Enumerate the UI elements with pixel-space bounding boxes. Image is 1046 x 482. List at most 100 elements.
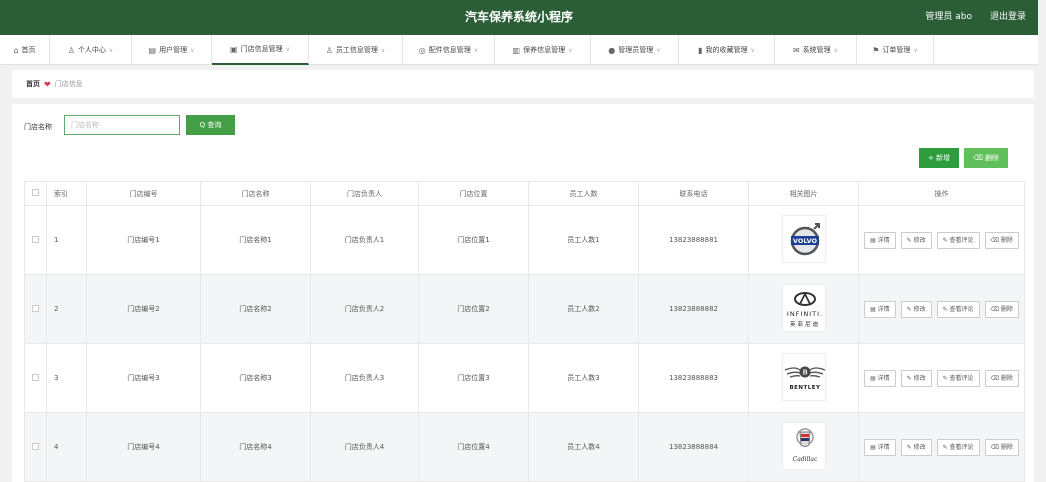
select-all-checkbox[interactable] <box>24 181 47 206</box>
nav-item-5[interactable]: ◎ 配件信息管理 ∨ <box>403 35 495 65</box>
breadcrumb-home[interactable]: 首页 <box>26 79 40 89</box>
table-row: 2 门店编号2 门店名称2 门店负责人2 门店位置2 员工人数2 1382388… <box>24 274 1025 344</box>
breadcrumb: 首页 ❤ 门店信息 <box>12 70 1034 98</box>
store-name-input[interactable]: 门店名称 <box>64 115 180 135</box>
nav-item-6[interactable]: ▥ 保养信息管理 ∨ <box>495 35 591 65</box>
row-delete-button[interactable]: ⌫ 删除 <box>984 369 1019 387</box>
logout-button[interactable]: 退出登录 <box>990 0 1026 35</box>
row-delete-button[interactable]: ⌫ 删除 <box>984 438 1019 456</box>
delete-button[interactable]: ⌫ 删除 <box>964 148 1008 168</box>
nav-item-label: 个人中心 <box>77 46 106 54</box>
cell-actions: ▤ 详情 ✎ 修改 ✎ 查看评论 ⌫ 删除 <box>858 274 1025 344</box>
nav-item-label: 管理员管理 <box>618 46 654 54</box>
store-table: 索引 门店编号 门店名称 门店负责人 门店位置 员工人数 联系电话 相关图片 操… <box>24 181 1025 482</box>
cell-index: 3 <box>46 343 87 413</box>
cell-index: 1 <box>46 205 87 275</box>
current-user: 管理员 abo <box>925 12 972 22</box>
chevron-down-icon: ∨ <box>833 46 839 54</box>
nav-item-2[interactable]: ▤ 用户管理 ∨ <box>132 35 212 65</box>
nav-item-label: 订单管理 <box>882 46 911 54</box>
chevron-down-icon: ∨ <box>190 46 195 54</box>
table-header-row: 索引 门店编号 门店名称 门店负责人 门店位置 员工人数 联系电话 相关图片 操… <box>24 181 1025 206</box>
detail-button[interactable]: ▤ 详情 <box>864 369 896 387</box>
nav-item-3[interactable]: ▣ 门店信息管理 ∨ <box>212 35 309 65</box>
nav-item-4[interactable]: ♙ 员工信息管理 ∨ <box>309 35 403 65</box>
table-row: 4 门店编号4 门店名称4 门店负责人4 门店位置4 员工人数4 1382388… <box>24 412 1025 482</box>
view-reviews-button[interactable]: ✎ 查看评论 <box>936 438 980 456</box>
edit-button[interactable]: ✎ 修改 <box>900 369 932 387</box>
infiniti-logo-text: INFINITI. <box>786 310 822 318</box>
cadillac-logo-image[interactable]: Cadillac <box>781 421 826 470</box>
nav-item-label: 保养信息管理 <box>523 46 566 54</box>
chevron-down-icon: ∨ <box>108 46 114 54</box>
detail-button[interactable]: ▤ 详情 <box>864 438 896 456</box>
content-panel: 门店名称 门店名称 Q 查询 + 新增 ⌫ 删除 索引 门店编号 门店名称 门店… <box>12 104 1034 482</box>
cell-store-location: 门店位置3 <box>418 343 529 413</box>
nav-item-label: 门店信息管理 <box>240 45 283 53</box>
row-delete-button[interactable]: ⌫ 删除 <box>984 300 1019 318</box>
row-checkbox[interactable] <box>24 205 47 275</box>
infiniti-logo-cn-text: 英菲尼迪 <box>789 320 819 328</box>
nav-item-label: 系统管理 <box>802 46 831 54</box>
cell-store-code: 门店编号4 <box>86 412 201 482</box>
col-index: 索引 <box>46 181 87 206</box>
nav-item-8[interactable]: ▮ 我的收藏管理 ∨ <box>679 35 775 65</box>
row-checkbox[interactable] <box>24 412 47 482</box>
add-button[interactable]: + 新增 <box>919 148 959 168</box>
cell-store-code: 门店编号3 <box>86 343 201 413</box>
chevron-down-icon: ∨ <box>656 46 661 54</box>
nav-item-label: 首页 <box>21 46 36 54</box>
cell-index: 2 <box>46 274 87 344</box>
view-reviews-button[interactable]: ✎ 查看评论 <box>936 300 980 318</box>
col-phone: 联系电话 <box>638 181 749 206</box>
row-checkbox[interactable] <box>24 343 47 413</box>
view-reviews-button[interactable]: ✎ 查看评论 <box>936 369 980 387</box>
nav-item-0[interactable]: ⌂ 首页 <box>0 35 50 65</box>
nav-item-1[interactable]: ♙ 个人中心 ∨ <box>50 35 132 65</box>
cell-store-manager: 门店负责人3 <box>310 343 419 413</box>
cell-image: B BENTLEY <box>748 343 859 413</box>
detail-button[interactable]: ▤ 详情 <box>864 300 896 318</box>
cell-store-name: 门店名称3 <box>200 343 311 413</box>
volvo-logo-image[interactable]: VOLVO <box>781 214 826 263</box>
user-list-icon: ▤ <box>148 45 157 55</box>
col-image: 相关图片 <box>748 181 859 206</box>
col-store-name: 门店名称 <box>200 181 311 206</box>
table-row: 1 门店编号1 门店名称1 门店负责人1 门店位置1 员工人数1 1382388… <box>24 205 1025 275</box>
col-actions: 操作 <box>858 181 1025 206</box>
cell-store-location: 门店位置1 <box>418 205 529 275</box>
edit-button[interactable]: ✎ 修改 <box>900 438 932 456</box>
cell-phone: 13823888883 <box>638 343 749 413</box>
infiniti-logo-image[interactable]: INFINITI. 英菲尼迪 <box>781 283 826 332</box>
volvo-logo-text: VOLVO <box>792 237 817 245</box>
row-delete-button[interactable]: ⌫ 删除 <box>984 231 1019 249</box>
svg-text:B: B <box>802 369 807 376</box>
nav-item-7[interactable]: ● 管理员管理 ∨ <box>591 35 679 65</box>
cell-store-name: 门店名称2 <box>200 274 311 344</box>
table-row: 3 门店编号3 门店名称3 门店负责人3 门店位置3 员工人数3 1382388… <box>24 343 1025 413</box>
cell-staff-count: 员工人数2 <box>528 274 639 344</box>
view-reviews-button[interactable]: ✎ 查看评论 <box>936 231 980 249</box>
maintenance-icon: ▥ <box>512 45 521 55</box>
cell-store-name: 门店名称4 <box>200 412 311 482</box>
cell-staff-count: 员工人数1 <box>528 205 639 275</box>
store-icon: ▣ <box>230 44 238 54</box>
nav-item-9[interactable]: ✉ 系统管理 ∨ <box>775 35 857 65</box>
cell-phone: 13823888884 <box>638 412 749 482</box>
nav-item-label: 配件信息管理 <box>428 46 471 54</box>
cell-store-location: 门店位置4 <box>418 412 529 482</box>
search-button[interactable]: Q 查询 <box>186 115 235 135</box>
chevron-down-icon: ∨ <box>285 45 290 53</box>
edit-button[interactable]: ✎ 修改 <box>900 300 932 318</box>
cell-store-code: 门店编号1 <box>86 205 201 275</box>
cell-actions: ▤ 详情 ✎ 修改 ✎ 查看评论 ⌫ 删除 <box>858 412 1025 482</box>
nav-item-10[interactable]: ⚑ 订单管理 ∨ <box>857 35 934 65</box>
bentley-logo-image[interactable]: B BENTLEY <box>781 352 826 401</box>
detail-button[interactable]: ▤ 详情 <box>864 231 896 249</box>
chevron-down-icon: ∨ <box>380 46 386 54</box>
col-store-location: 门店位置 <box>418 181 529 206</box>
row-checkbox[interactable] <box>24 274 47 344</box>
top-bar: 汽车保养系统小程序 管理员 abo 退出登录 <box>0 0 1038 35</box>
main-nav: ⌂ 首页 ♙ 个人中心 ∨ ▤ 用户管理 ∨ ▣ 门店信息管理 ∨ ♙ 员工信息管理 ∨ ◎ 配件信息管理 ∨ ▥… <box>0 35 1038 65</box>
edit-button[interactable]: ✎ 修改 <box>900 231 932 249</box>
